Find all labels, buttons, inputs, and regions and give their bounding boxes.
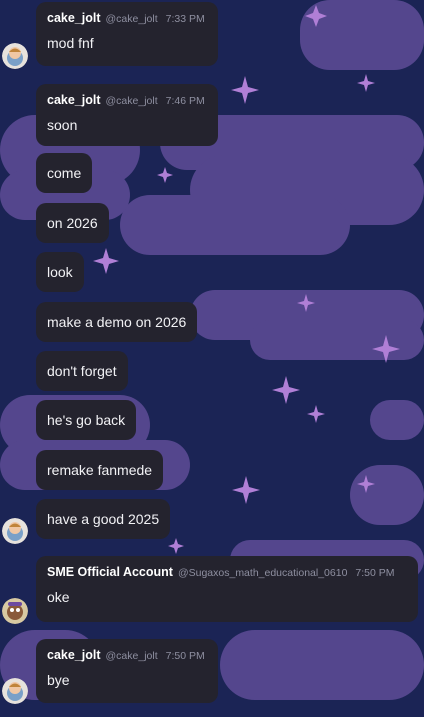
message-header: cake_jolt @cake_jolt 7:46 PM bbox=[47, 92, 207, 109]
message-text: don't forget bbox=[47, 363, 117, 379]
message-bubble[interactable]: cake_jolt @cake_jolt 7:50 PM bye bbox=[36, 639, 218, 703]
message-text: oke bbox=[47, 589, 70, 605]
sme-avatar-icon[interactable] bbox=[2, 598, 28, 624]
message-header: cake_jolt @cake_jolt 7:50 PM bbox=[47, 647, 207, 664]
message-text: remake fanmede bbox=[47, 462, 153, 478]
username[interactable]: SME Official Account bbox=[47, 564, 173, 580]
message-bubble[interactable]: SME Official Account @Sugaxos_math_educa… bbox=[36, 556, 418, 622]
message-text: bye bbox=[47, 672, 70, 688]
cake-jolt-avatar-icon[interactable] bbox=[2, 43, 28, 69]
timestamp: 7:46 PM bbox=[165, 95, 205, 107]
user-handle: @cake_jolt bbox=[105, 650, 158, 662]
message-bubble[interactable]: remake fanmede bbox=[36, 450, 164, 490]
username[interactable]: cake_jolt bbox=[47, 10, 101, 26]
username[interactable]: cake_jolt bbox=[47, 647, 101, 663]
username[interactable]: cake_jolt bbox=[47, 92, 101, 108]
message-text: on 2026 bbox=[47, 215, 98, 231]
message-text: he's go back bbox=[47, 412, 126, 428]
timestamp: 7:50 PM bbox=[165, 650, 205, 662]
cake-jolt-avatar-icon[interactable] bbox=[2, 678, 28, 704]
user-handle: @cake_jolt bbox=[105, 95, 158, 107]
message-bubble[interactable]: don't forget bbox=[36, 351, 128, 391]
timestamp: 7:33 PM bbox=[165, 13, 205, 25]
message-text: soon bbox=[47, 117, 78, 133]
message-bubble[interactable]: look bbox=[36, 252, 84, 292]
message-bubble[interactable]: cake_jolt @cake_jolt 7:46 PM soon bbox=[36, 84, 218, 146]
message-text: come bbox=[47, 165, 82, 181]
cake-jolt-avatar-icon[interactable] bbox=[2, 518, 28, 544]
message-bubble[interactable]: on 2026 bbox=[36, 203, 109, 243]
user-handle: @cake_jolt bbox=[105, 13, 158, 25]
message-bubble[interactable]: come bbox=[36, 153, 93, 193]
message-text: make a demo on 2026 bbox=[47, 314, 187, 330]
message-header: cake_jolt @cake_jolt 7:33 PM bbox=[47, 10, 207, 27]
message-bubble[interactable]: he's go back bbox=[36, 400, 137, 440]
message-text: have a good 2025 bbox=[47, 511, 160, 527]
message-bubble[interactable]: cake_jolt @cake_jolt 7:33 PM mod fnf bbox=[36, 2, 218, 66]
message-text: mod fnf bbox=[47, 35, 94, 51]
message-bubble[interactable]: have a good 2025 bbox=[36, 499, 171, 539]
message-header: SME Official Account @Sugaxos_math_educa… bbox=[47, 564, 407, 581]
user-handle: @Sugaxos_math_educational_0610 bbox=[177, 567, 348, 579]
message-bubble[interactable]: make a demo on 2026 bbox=[36, 302, 198, 342]
timestamp: 7:50 PM bbox=[355, 567, 395, 579]
message-text: look bbox=[47, 264, 73, 280]
